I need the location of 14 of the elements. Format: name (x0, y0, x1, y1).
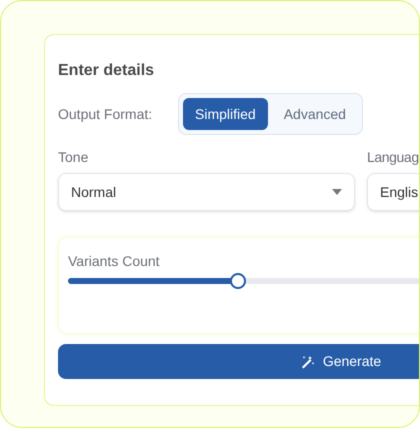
language-select[interactable]: Englis (367, 173, 419, 211)
format-option[interactable]: Simplified (183, 98, 268, 130)
panel-title: Enter details (58, 61, 156, 81)
field-label: Tone (58, 148, 90, 167)
slider-thumb[interactable] (230, 273, 246, 289)
dropdown-caret-icon (332, 189, 342, 195)
variants-slider[interactable] (68, 273, 419, 289)
field-label: Languag (367, 148, 419, 167)
tone-select[interactable]: Normal (58, 173, 355, 211)
slider-label: Variants Count (68, 252, 161, 271)
format-option[interactable]: Advanced (272, 98, 358, 130)
generate-button[interactable]: Generate (58, 344, 419, 379)
magic-wand-icon (300, 354, 315, 368)
field-label: Output Format: (58, 104, 154, 124)
